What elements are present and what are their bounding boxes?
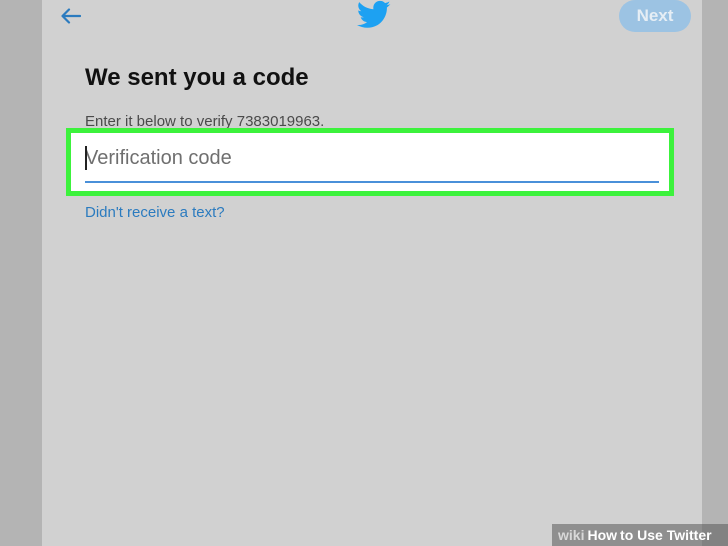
watermark-how: How (587, 527, 618, 543)
background-left (0, 0, 42, 546)
resend-code-link[interactable]: Didn't receive a text? (85, 204, 225, 221)
background-right (702, 0, 728, 546)
back-button[interactable] (56, 2, 86, 30)
next-button[interactable]: Next (619, 0, 691, 32)
watermark-title: to Use Twitter (620, 527, 712, 543)
page-title: We sent you a code (85, 64, 309, 91)
text-caret (85, 146, 87, 170)
twitter-bird-icon (357, 0, 391, 28)
watermark-wiki: wiki (558, 527, 585, 543)
arrow-left-icon (61, 8, 81, 24)
wikihow-watermark: wiki How to Use Twitter (552, 524, 728, 546)
verification-code-input[interactable] (85, 141, 659, 183)
